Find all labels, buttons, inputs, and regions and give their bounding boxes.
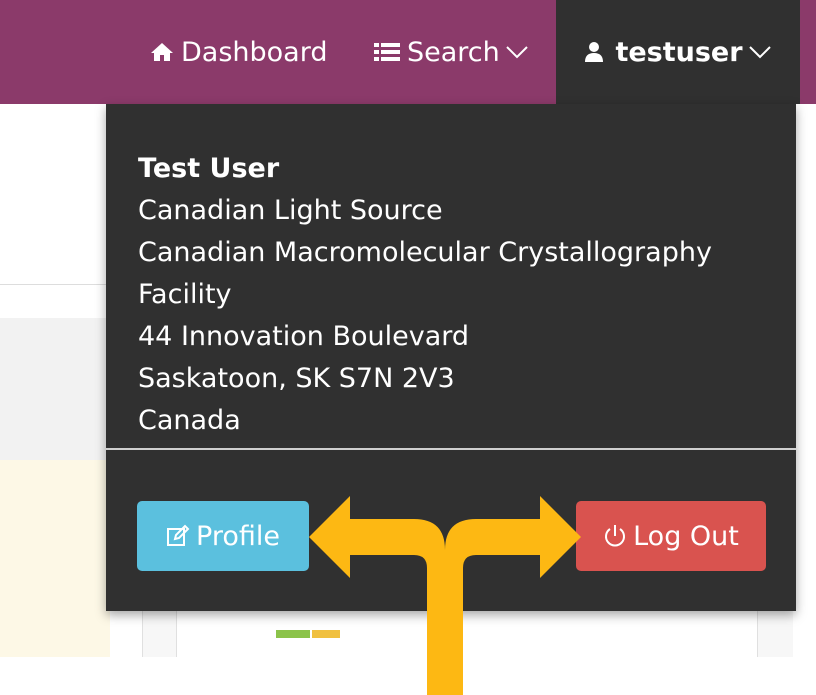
annotation-arrow-icon (309, 496, 581, 695)
